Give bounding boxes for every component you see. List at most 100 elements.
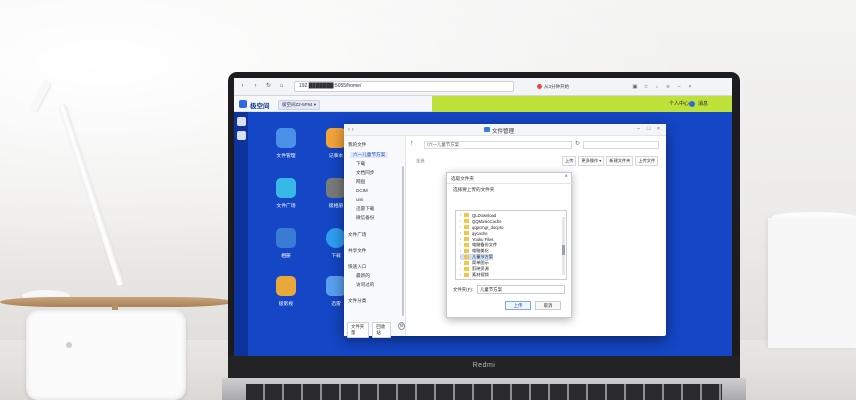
desktop-icon[interactable]: 文件管理 bbox=[266, 128, 306, 159]
upload-confirm-button[interactable]: 上传 bbox=[505, 301, 531, 310]
folder-name-label: 文件夹(F): bbox=[453, 287, 473, 292]
forward-icon[interactable]: › bbox=[251, 82, 260, 91]
minimize-icon[interactable]: – bbox=[675, 83, 683, 91]
folder-icon[interactable] bbox=[237, 131, 246, 140]
desktop-icon[interactable]: 文件广场 bbox=[266, 178, 306, 209]
nas-app-header: 极空间 极空间Z2-5F94 ▾ 个人中心 消息 bbox=[234, 96, 732, 112]
upload-button[interactable]: 上传 bbox=[562, 156, 577, 166]
game-icon[interactable]: ▣ bbox=[631, 83, 639, 91]
right-white-object bbox=[768, 218, 856, 348]
tree-scroll-thumb[interactable] bbox=[562, 245, 565, 255]
refresh-icon[interactable]: ↻ bbox=[264, 82, 273, 91]
sidebar-group-shared[interactable]: 共享文件 bbox=[348, 248, 366, 254]
app-name: 极空间 bbox=[250, 103, 270, 110]
file-search-input[interactable] bbox=[583, 141, 659, 149]
recycle-bin-button[interactable]: 回收站 bbox=[372, 322, 392, 338]
sidebar-group-quick[interactable]: 快速入口 bbox=[348, 264, 366, 270]
path-bar: ↑ /六一儿童节方案 ↻ bbox=[410, 140, 662, 150]
browser-toolbar: ‹ › ↻ ⌂ 192.███████:5055/home/ 从3分钟开始 ▣ … bbox=[234, 78, 732, 96]
folder-name-input[interactable]: 儿童节方案 bbox=[477, 285, 565, 294]
window-controls: – □ × bbox=[632, 126, 662, 133]
download-icon[interactable]: ↓ bbox=[653, 83, 661, 91]
sidebar-footer: 文件夹量 回收站 ⚙ bbox=[347, 322, 405, 338]
home-icon[interactable]: ⌂ bbox=[277, 82, 286, 91]
sidebar-item[interactable]: 文档同步 bbox=[356, 170, 374, 176]
desktop-icon[interactable]: 极影视 bbox=[266, 276, 306, 307]
laptop-screen: ‹ › ↻ ⌂ 192.███████:5055/home/ 从3分钟开始 ▣ … bbox=[234, 78, 732, 356]
sidebar-group-my-files[interactable]: 我的文件 bbox=[348, 142, 366, 148]
album-icon bbox=[326, 178, 346, 198]
cancel-button[interactable]: 取消 bbox=[535, 301, 561, 310]
personal-center-link[interactable]: 个人中心 bbox=[669, 100, 689, 107]
thunder-icon bbox=[326, 276, 346, 296]
tree-item[interactable]: › 素材视频 bbox=[460, 272, 489, 278]
file-sidebar: 我的文件 六一儿童节方案 下载 文档同步 网盘 DCIM umi 迅雷下载 微信… bbox=[344, 136, 406, 338]
new-folder-button[interactable]: 新建文件夹 bbox=[606, 156, 634, 166]
folder-title-icon bbox=[484, 127, 490, 132]
folder-icon bbox=[464, 231, 469, 235]
maximize-icon[interactable]: □ bbox=[645, 126, 652, 133]
browser-search-hint[interactable]: 从3分钟开始 bbox=[536, 81, 624, 92]
sidebar-item[interactable]: umi bbox=[356, 197, 363, 202]
sidebar-scrollbar[interactable] bbox=[402, 166, 404, 316]
folder-icon bbox=[464, 213, 469, 217]
folder-size-button[interactable]: 文件夹量 bbox=[347, 322, 370, 338]
upload-file-button[interactable]: 上传文件 bbox=[635, 156, 659, 166]
desktop-side-rail bbox=[234, 112, 248, 356]
folder-icon bbox=[464, 255, 469, 259]
file-manager-window: ‹ › 文件管理 – □ × 我的文件 六一儿童节方案 下载 文档同步 网盘 D… bbox=[344, 124, 666, 338]
close-icon[interactable]: × bbox=[686, 83, 694, 91]
message-badge-icon[interactable] bbox=[689, 100, 696, 107]
more-actions-button[interactable]: 更多操作 ▾ bbox=[578, 156, 605, 166]
laptop-brand: Redmi bbox=[472, 362, 496, 369]
app-logo-icon bbox=[239, 100, 247, 108]
sidebar-item[interactable]: 访问过的 bbox=[356, 282, 374, 288]
gear-icon[interactable]: ⚙ bbox=[398, 322, 405, 330]
dialog-divider bbox=[447, 183, 573, 184]
sidebar-item[interactable]: 下载 bbox=[356, 161, 365, 167]
sidebar-item[interactable]: 微信备份 bbox=[356, 215, 374, 221]
close-icon[interactable]: × bbox=[564, 174, 568, 180]
messages-link[interactable]: 消息 bbox=[698, 100, 708, 107]
sidebar-item-selected[interactable]: 六一儿童节方案 bbox=[350, 152, 389, 158]
window-title: 文件管理 bbox=[492, 129, 515, 135]
sidebar-item[interactable]: DCIM bbox=[356, 188, 368, 193]
window-back-icon[interactable]: ‹ › bbox=[348, 127, 354, 133]
menu-icon[interactable]: ≡ bbox=[664, 83, 672, 91]
folder-icon bbox=[464, 249, 469, 253]
sidebar-item[interactable]: 最新的 bbox=[356, 273, 370, 279]
folder-icon bbox=[464, 225, 469, 229]
choose-folder-dialog: 选取文件夹 × 选择要上传的文件夹 › QLDownload › QQMusicCa… bbox=[446, 172, 573, 318]
close-icon[interactable]: × bbox=[655, 126, 662, 133]
header-right: 个人中心 消息 bbox=[666, 100, 708, 107]
folder-icon bbox=[464, 243, 469, 247]
folder-icon bbox=[464, 273, 469, 277]
notepad-icon bbox=[326, 128, 346, 148]
address-bar[interactable]: 192.███████:5055/home/ bbox=[294, 81, 514, 92]
dialog-prompt: 选择要上传的文件夹 bbox=[453, 187, 495, 192]
select-all-checkbox[interactable]: 全选 bbox=[416, 158, 424, 164]
path-input[interactable]: /六一儿童节方案 bbox=[424, 141, 572, 149]
photos-icon bbox=[276, 228, 296, 248]
minimize-icon[interactable]: – bbox=[635, 126, 642, 133]
folder-icon bbox=[464, 219, 469, 223]
sidebar-group-file-square[interactable]: 文件广场 bbox=[348, 232, 366, 238]
toolbar-buttons: 上传 更多操作 ▾ 新建文件夹 上传文件 bbox=[560, 156, 659, 166]
video-icon bbox=[276, 276, 296, 296]
desktop-icon[interactable]: 相册 bbox=[266, 228, 306, 259]
sidebar-item[interactable]: 网盘 bbox=[356, 179, 365, 185]
device-selector[interactable]: 极空间Z2-5F94 ▾ bbox=[278, 100, 321, 110]
folder-tree: › QLDownload › QQMusicCache › qqpcmgr_docpr… bbox=[455, 210, 567, 280]
star-icon[interactable]: ☆ bbox=[642, 83, 650, 91]
white-device bbox=[26, 310, 186, 400]
folder-icon bbox=[464, 237, 469, 241]
sidebar-group-categories[interactable]: 文件分类 bbox=[348, 298, 366, 304]
file-square-icon bbox=[276, 178, 296, 198]
sidebar-item[interactable]: 迅雷下载 bbox=[356, 206, 374, 212]
browser-tools: ▣ ☆ ↓ ≡ – × bbox=[628, 83, 694, 91]
refresh-icon[interactable]: ↻ bbox=[575, 140, 580, 147]
back-icon[interactable]: ‹ bbox=[238, 82, 247, 91]
up-arrow-icon[interactable]: ↑ bbox=[410, 140, 414, 147]
apps-grid-icon[interactable] bbox=[237, 117, 246, 126]
file-manager-icon bbox=[276, 128, 296, 148]
